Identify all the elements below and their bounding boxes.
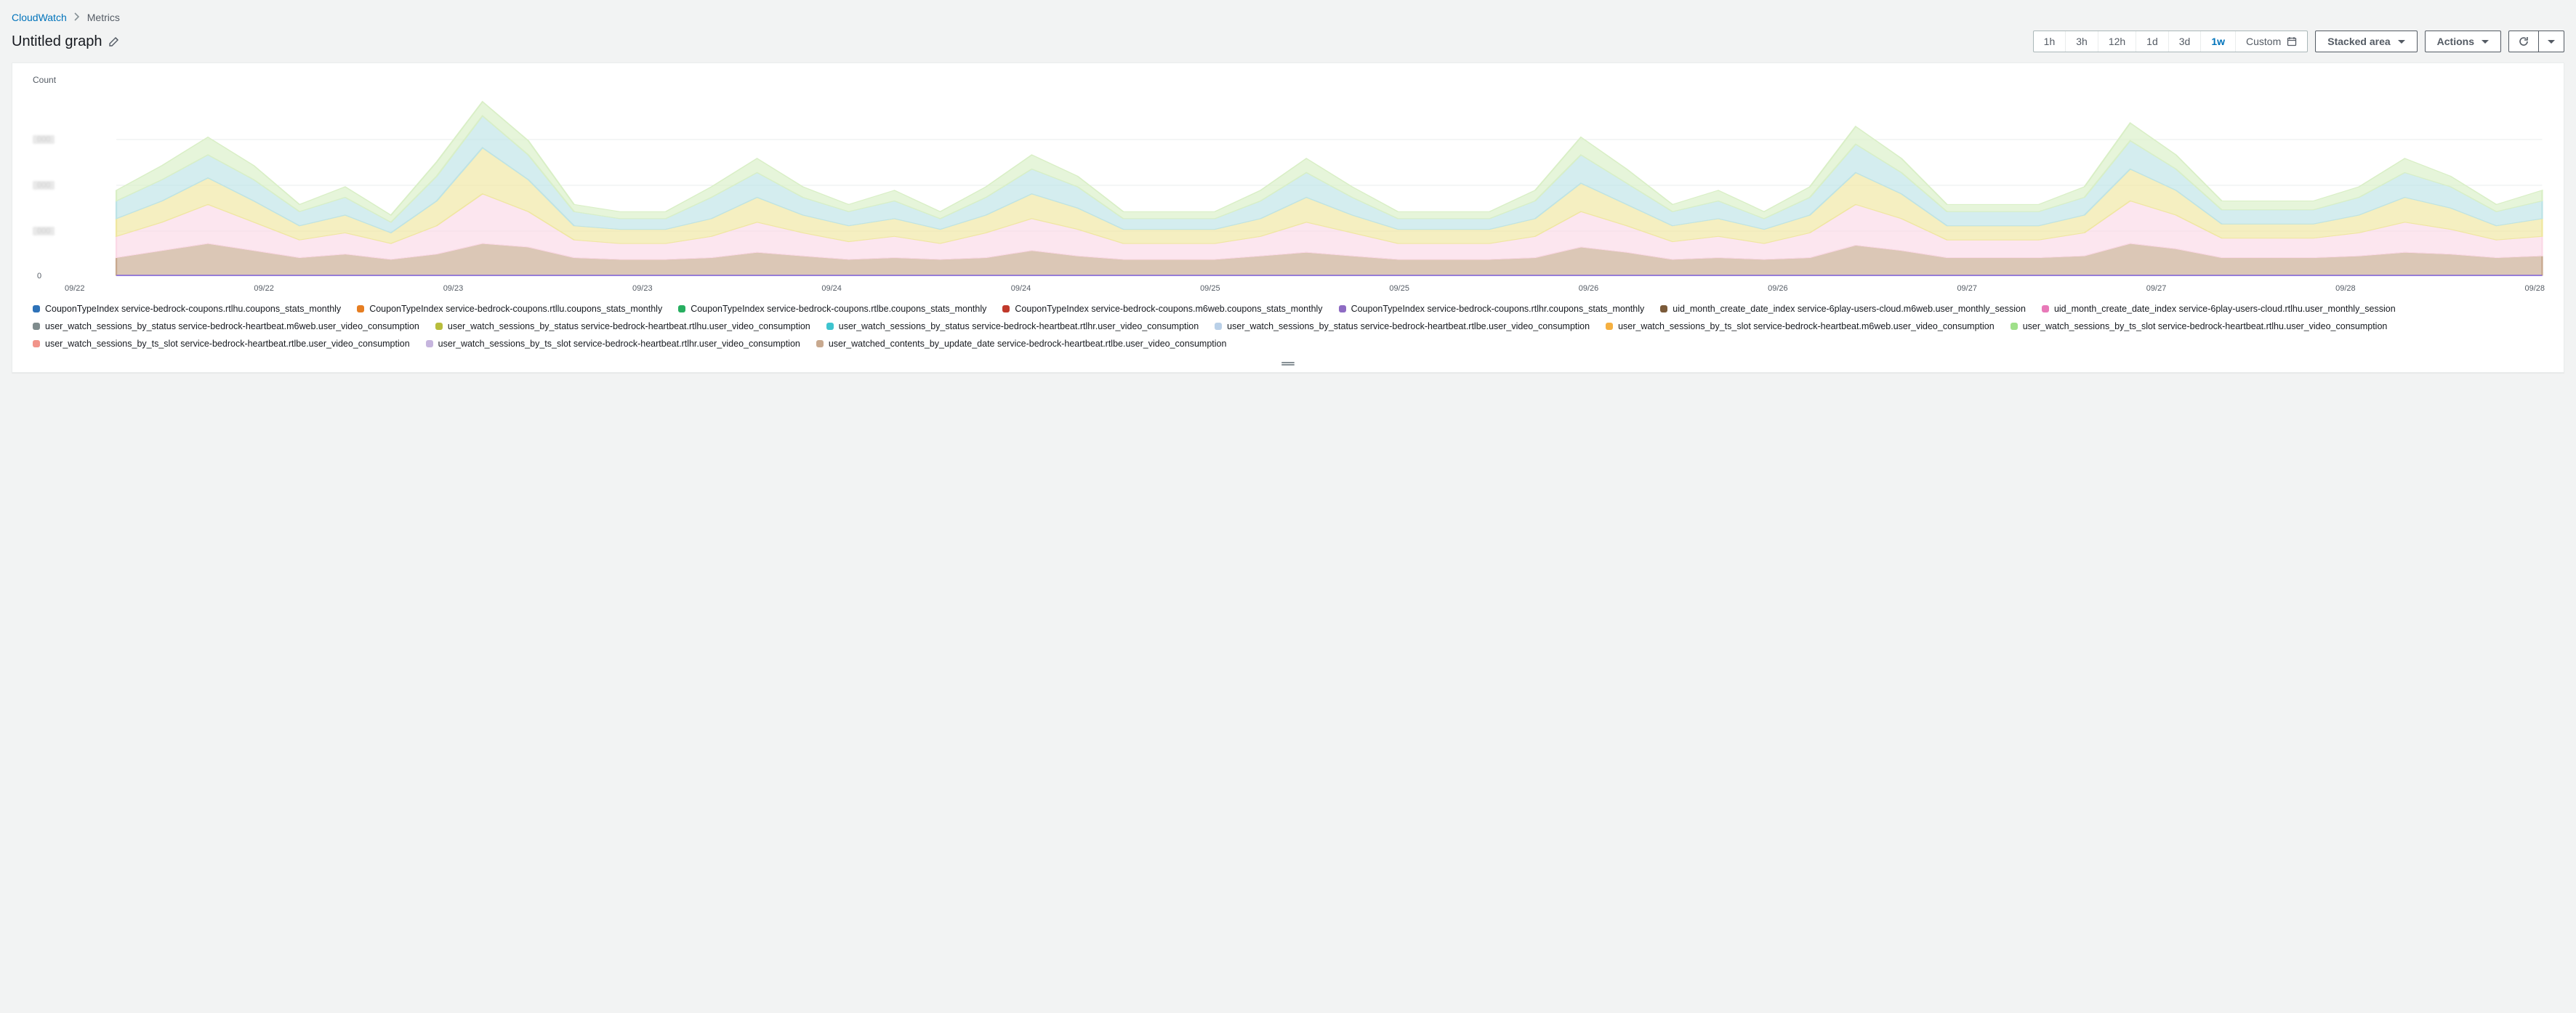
chevron-down-icon: [2548, 40, 2555, 44]
time-range-custom-label: Custom: [2246, 36, 2281, 47]
calendar-icon: [2287, 36, 2297, 47]
legend-label: user_watch_sessions_by_status service-be…: [448, 319, 810, 334]
x-tick: 09/22: [254, 284, 274, 293]
legend-swatch: [33, 340, 40, 347]
page-title: Untitled graph: [12, 33, 102, 50]
legend-item[interactable]: user_watch_sessions_by_ts_slot service-b…: [426, 336, 800, 351]
chevron-down-icon: [2398, 40, 2405, 44]
legend-label: CouponTypeIndex service-bedrock-coupons.…: [1351, 302, 1645, 316]
legend-swatch: [426, 340, 433, 347]
chart-type-label: Stacked area: [2327, 36, 2390, 47]
x-tick: 09/27: [2146, 284, 2167, 293]
legend-swatch: [1002, 305, 1010, 312]
legend-label: user_watch_sessions_by_status service-be…: [839, 319, 1199, 334]
legend-item[interactable]: user_watch_sessions_by_status service-be…: [33, 319, 419, 334]
legend-swatch: [816, 340, 824, 347]
actions-button[interactable]: Actions: [2425, 31, 2501, 52]
legend-swatch: [826, 323, 834, 330]
legend-label: user_watch_sessions_by_status service-be…: [45, 319, 419, 334]
legend-item[interactable]: user_watch_sessions_by_ts_slot service-b…: [1606, 319, 1995, 334]
x-tick: 09/23: [443, 284, 464, 293]
stacked-area-chart: [25, 76, 2551, 294]
time-range-1w[interactable]: 1w: [2200, 31, 2235, 52]
legend-swatch: [33, 305, 40, 312]
legend-swatch: [1215, 323, 1222, 330]
breadcrumb: CloudWatch Metrics: [12, 12, 2564, 23]
legend-item[interactable]: user_watch_sessions_by_status service-be…: [826, 319, 1199, 334]
time-range-selector: 1h 3h 12h 1d 3d 1w Custom: [2033, 31, 2309, 52]
time-range-1h[interactable]: 1h: [2034, 31, 2066, 52]
time-range-1d[interactable]: 1d: [2136, 31, 2168, 52]
legend-label: uid_month_create_date_index service-6pla…: [2054, 302, 2396, 316]
x-tick: 09/24: [821, 284, 842, 293]
x-tick: 09/24: [1011, 284, 1031, 293]
legend-swatch: [2011, 323, 2018, 330]
legend-label: user_watch_sessions_by_ts_slot service-b…: [438, 336, 800, 351]
legend-swatch: [1660, 305, 1667, 312]
breadcrumb-current: Metrics: [87, 12, 120, 23]
legend-label: user_watch_sessions_by_ts_slot service-b…: [1618, 319, 1995, 334]
legend-label: user_watched_contents_by_update_date ser…: [829, 336, 1227, 351]
legend-item[interactable]: uid_month_create_date_index service-6pla…: [1660, 302, 2026, 316]
legend-item[interactable]: user_watch_sessions_by_status service-be…: [435, 319, 810, 334]
legend-item[interactable]: user_watch_sessions_by_ts_slot service-b…: [33, 336, 410, 351]
legend-label: user_watch_sessions_by_status service-be…: [1227, 319, 1590, 334]
x-tick: 09/25: [1200, 284, 1220, 293]
legend-label: CouponTypeIndex service-bedrock-coupons.…: [369, 302, 662, 316]
legend-item[interactable]: CouponTypeIndex service-bedrock-coupons.…: [678, 302, 986, 316]
x-tick: 09/27: [1957, 284, 1977, 293]
legend-item[interactable]: user_watch_sessions_by_status service-be…: [1215, 319, 1590, 334]
edit-icon[interactable]: [108, 36, 120, 47]
chevron-down-icon: [2482, 40, 2489, 44]
legend-item[interactable]: user_watch_sessions_by_ts_slot service-b…: [2011, 319, 2388, 334]
x-tick: 09/28: [2524, 284, 2545, 293]
legend-item[interactable]: CouponTypeIndex service-bedrock-coupons.…: [1339, 302, 1645, 316]
x-tick: 09/28: [2335, 284, 2356, 293]
legend-item[interactable]: CouponTypeIndex service-bedrock-coupons.…: [357, 302, 662, 316]
time-range-custom[interactable]: Custom: [2235, 31, 2307, 52]
time-range-3h[interactable]: 3h: [2065, 31, 2098, 52]
legend-swatch: [357, 305, 364, 312]
legend-swatch: [33, 323, 40, 330]
chart-area[interactable]: Count 000 000 000 0 09/2209/2209/2309/23…: [25, 76, 2551, 294]
legend-label: CouponTypeIndex service-bedrock-coupons.…: [1015, 302, 1322, 316]
refresh-dropdown[interactable]: [2538, 31, 2564, 52]
chart-type-button[interactable]: Stacked area: [2315, 31, 2417, 52]
legend-item[interactable]: uid_month_create_date_index service-6pla…: [2042, 302, 2396, 316]
legend-swatch: [1606, 323, 1613, 330]
x-tick: 09/26: [1768, 284, 1788, 293]
legend-swatch: [1339, 305, 1346, 312]
x-axis: 09/22 09/22 09/23 09/23 09/24 09/24 09/25 09/25…: [65, 284, 2545, 293]
refresh-button[interactable]: [2509, 31, 2538, 52]
legend-label: uid_month_create_date_index service-6pla…: [1673, 302, 2026, 316]
time-range-12h[interactable]: 12h: [2098, 31, 2136, 52]
resize-handle[interactable]: [25, 358, 2551, 366]
legend-swatch: [678, 305, 685, 312]
x-tick: 09/23: [632, 284, 653, 293]
actions-label: Actions: [2437, 36, 2474, 47]
refresh-split-button: [2508, 31, 2564, 52]
time-range-3d[interactable]: 3d: [2168, 31, 2201, 52]
legend-item[interactable]: CouponTypeIndex service-bedrock-coupons.…: [1002, 302, 1322, 316]
legend-swatch: [2042, 305, 2049, 312]
legend-label: user_watch_sessions_by_ts_slot service-b…: [2023, 319, 2388, 334]
legend-swatch: [435, 323, 443, 330]
chart-legend: CouponTypeIndex service-bedrock-coupons.…: [25, 299, 2551, 358]
x-tick: 09/25: [1389, 284, 1409, 293]
legend-label: CouponTypeIndex service-bedrock-coupons.…: [691, 302, 986, 316]
breadcrumb-root[interactable]: CloudWatch: [12, 12, 67, 23]
legend-label: CouponTypeIndex service-bedrock-coupons.…: [45, 302, 341, 316]
legend-label: user_watch_sessions_by_ts_slot service-b…: [45, 336, 410, 351]
x-tick: 09/22: [65, 284, 85, 293]
legend-item[interactable]: user_watched_contents_by_update_date ser…: [816, 336, 1227, 351]
legend-item[interactable]: CouponTypeIndex service-bedrock-coupons.…: [33, 302, 341, 316]
metrics-panel: Count 000 000 000 0 09/2209/2209/2309/23…: [12, 62, 2564, 373]
chevron-right-icon: [74, 12, 80, 23]
x-tick: 09/26: [1579, 284, 1599, 293]
